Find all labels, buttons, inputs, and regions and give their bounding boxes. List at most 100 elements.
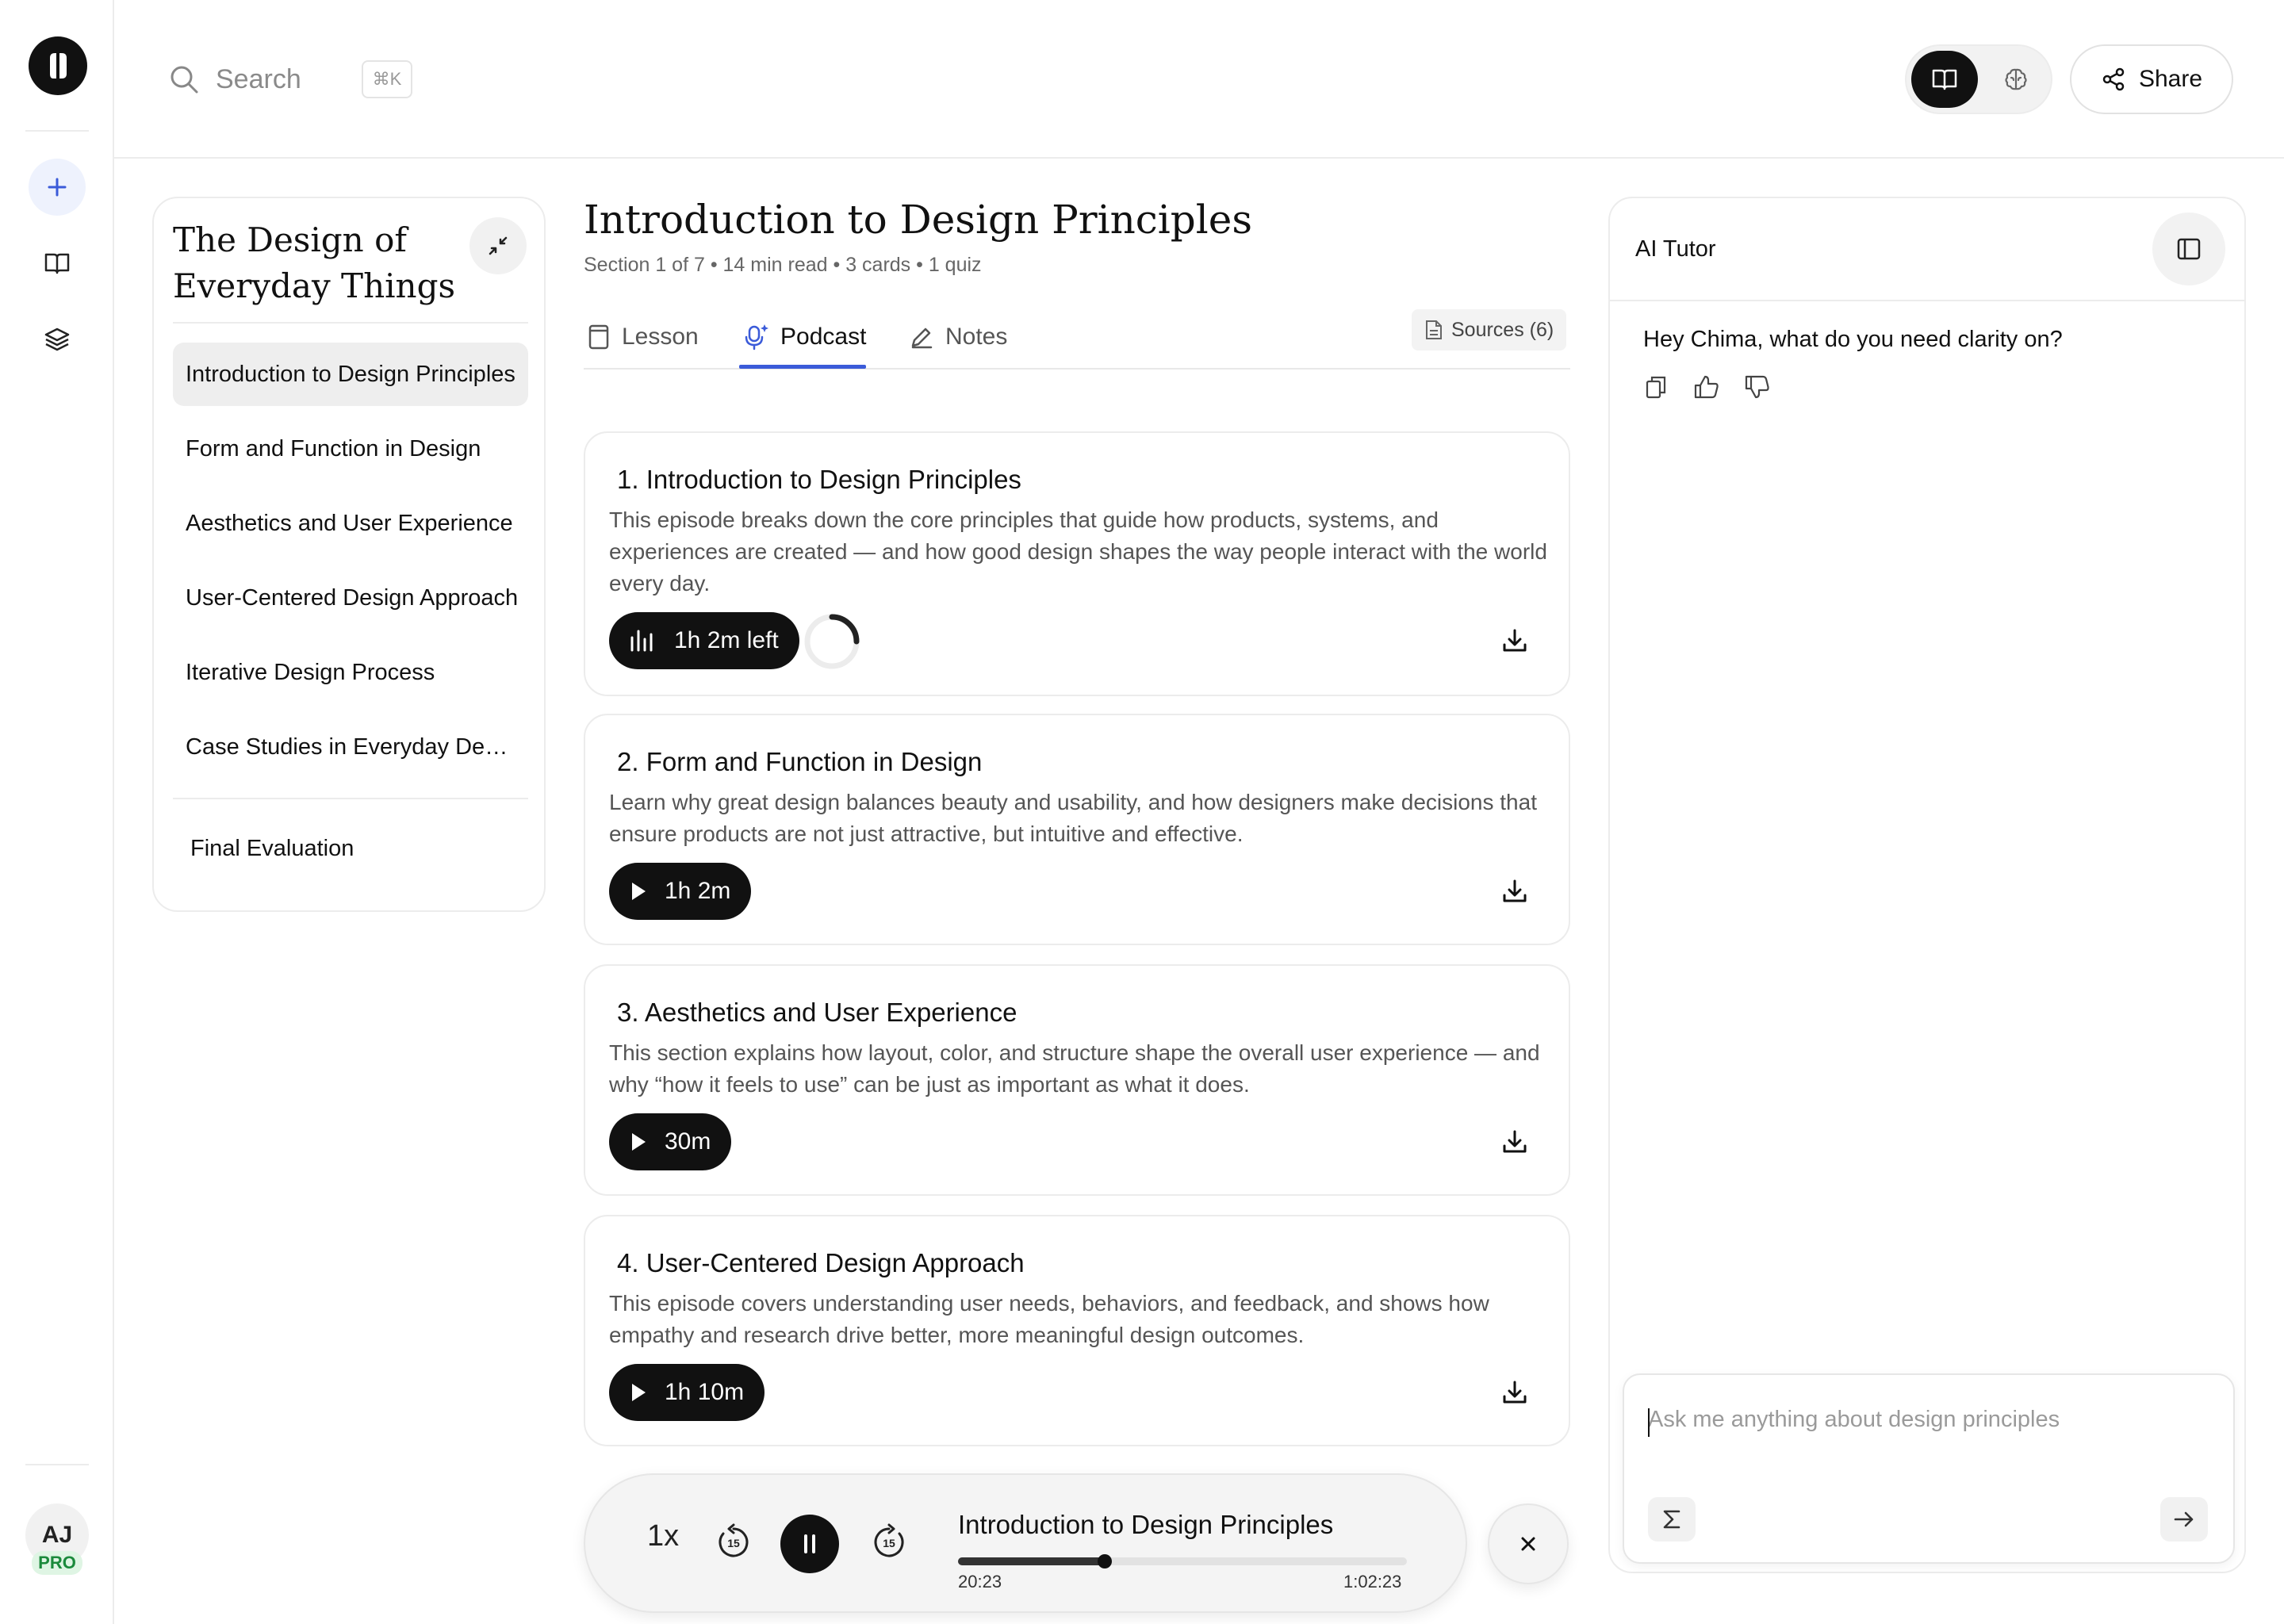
outline-item-form-function[interactable]: Form and Function in Design	[173, 417, 528, 481]
math-input-button[interactable]	[1648, 1497, 1696, 1542]
episode-card: 1. Introduction to Design Principles Thi…	[584, 431, 1570, 696]
sidebar-panel-icon	[2177, 238, 2201, 260]
outline-item-introduction[interactable]: Introduction to Design Principles	[173, 343, 528, 406]
download-button[interactable]	[1497, 1124, 1532, 1159]
episode-card: 4. User-Centered Design Approach This ep…	[584, 1215, 1570, 1446]
outline-item-user-centered[interactable]: User-Centered Design Approach	[173, 566, 528, 630]
library-nav[interactable]	[41, 247, 73, 279]
plus-icon	[48, 178, 67, 197]
new-course-button[interactable]	[29, 159, 86, 216]
playback-speed-button[interactable]: 1x	[647, 1519, 679, 1553]
outline-item-label: User-Centered Design Approach	[186, 584, 519, 611]
close-player-button[interactable]	[1488, 1503, 1569, 1584]
tutor-input[interactable]	[1648, 1407, 2203, 1454]
brain-mode-button[interactable]	[1983, 51, 2049, 108]
episode-title: 3. Aesthetics and User Experience	[617, 998, 1017, 1027]
download-icon	[1503, 879, 1527, 902]
download-icon	[1503, 629, 1527, 652]
outline-item-label: Iterative Design Process	[186, 659, 435, 685]
sources-button[interactable]: Sources (6)	[1412, 309, 1567, 350]
progress-handle[interactable]	[1097, 1554, 1112, 1568]
tab-notes[interactable]: Notes	[909, 304, 1007, 370]
share-button[interactable]: Share	[2070, 44, 2233, 114]
outline-item-aesthetics[interactable]: Aesthetics and User Experience	[173, 492, 528, 555]
download-button[interactable]	[1497, 1375, 1532, 1410]
total-time: 1:02:23	[1343, 1572, 1402, 1591]
layers-icon	[44, 327, 70, 351]
sparkle-mic-icon	[745, 324, 768, 350]
rail-divider	[25, 130, 89, 132]
progress-bar[interactable]	[958, 1554, 1407, 1568]
episode-play-button[interactable]: 1h 10m	[609, 1364, 765, 1421]
close-icon	[1521, 1537, 1535, 1551]
copy-icon	[1646, 376, 1666, 399]
thumbs-up-icon	[1694, 375, 1719, 399]
episode-play-button[interactable]: 1h 2m left	[609, 612, 799, 669]
outline-item-label: Final Evaluation	[190, 835, 354, 861]
download-button[interactable]	[1497, 623, 1532, 658]
episode-play-button[interactable]: 30m	[609, 1113, 732, 1170]
top-bar: ⌘K Share	[114, 0, 2284, 159]
tab-podcast[interactable]: Podcast	[742, 304, 866, 370]
ai-tutor-panel: AI Tutor Hey Chima, what do you need cla…	[1608, 197, 2246, 1573]
episode-title: 4. User-Centered Design Approach	[617, 1248, 1025, 1277]
thumbs-down-button[interactable]	[1742, 371, 1773, 403]
tab-lesson[interactable]: Lesson	[587, 304, 699, 370]
arrow-right-icon	[2174, 1511, 2194, 1527]
episode-duration: 1h 2m left	[674, 627, 779, 653]
download-icon	[1503, 1381, 1527, 1404]
document-icon	[1426, 320, 1442, 339]
tutor-composer	[1623, 1373, 2235, 1564]
skip-back-15-icon[interactable]: 15	[714, 1522, 753, 1562]
outline-item-label: Aesthetics and User Experience	[186, 510, 513, 536]
episode-title: 1. Introduction to Design Principles	[617, 465, 1021, 494]
episode-description: Learn why great design balances beauty a…	[609, 790, 1537, 846]
episode-play-button[interactable]: 1h 2m	[609, 863, 752, 920]
outline-item-label: Introduction to Design Principles	[186, 361, 515, 387]
download-icon	[1503, 1130, 1527, 1153]
read-mode-button[interactable]	[1911, 51, 1978, 108]
episode-description: This episode breaks down the core princi…	[609, 508, 1547, 596]
page-title: Introduction to Design Principles	[584, 197, 1253, 243]
send-button[interactable]	[2160, 1497, 2208, 1542]
share-icon	[2102, 67, 2125, 91]
outline-item-iterative[interactable]: Iterative Design Process	[173, 641, 528, 704]
brain-icon	[2005, 68, 2027, 90]
download-button[interactable]	[1497, 874, 1532, 909]
collapse-outline-button[interactable]	[469, 217, 527, 274]
episode-title: 2. Form and Function in Design	[617, 747, 983, 776]
thumbs-down-icon	[1745, 375, 1769, 399]
skip-forward-15-icon[interactable]: 15	[869, 1522, 909, 1562]
outline-item-label: Case Studies in Everyday Design	[186, 733, 519, 760]
tutor-title: AI Tutor	[1635, 236, 1716, 262]
skip-back-label: 15	[727, 1537, 740, 1549]
pause-button[interactable]	[780, 1515, 839, 1573]
outline-item-final-evaluation[interactable]: Final Evaluation	[173, 817, 528, 880]
toggle-panel-button[interactable]	[2152, 213, 2225, 285]
rail-divider	[25, 1464, 89, 1465]
outline-item-label: Form and Function in Design	[186, 435, 481, 462]
now-playing-title: Introduction to Design Principles	[958, 1510, 1334, 1539]
book-page-icon	[588, 324, 609, 350]
search-input[interactable]	[216, 60, 343, 98]
book-open-icon	[44, 253, 70, 274]
thumbs-up-button[interactable]	[1691, 371, 1723, 403]
copy-button[interactable]	[1640, 371, 1672, 403]
layers-nav[interactable]	[41, 324, 73, 355]
tab-label: Lesson	[622, 324, 699, 350]
course-outline: The Design of Everyday Things Introducti…	[152, 197, 546, 912]
pro-badge: PRO	[32, 1551, 82, 1575]
outline-item-case-studies[interactable]: Case Studies in Everyday Design	[173, 715, 528, 779]
episode-duration: 1h 2m	[665, 878, 731, 904]
episode-duration: 30m	[665, 1128, 711, 1155]
skip-forward-label: 15	[883, 1537, 895, 1549]
audio-player: 1x 15 15 Introduction to Design Principl…	[584, 1473, 1467, 1613]
episode-description: This episode covers understanding user n…	[609, 1291, 1489, 1347]
app-logo[interactable]	[29, 36, 87, 95]
play-icon	[632, 1133, 646, 1151]
active-tab-indicator	[739, 365, 866, 369]
episode-card: 3. Aesthetics and User Experience This s…	[584, 964, 1570, 1196]
sources-label: Sources (6)	[1451, 318, 1554, 341]
play-icon	[632, 1384, 646, 1401]
search-shortcut-hint: ⌘K	[362, 60, 412, 98]
